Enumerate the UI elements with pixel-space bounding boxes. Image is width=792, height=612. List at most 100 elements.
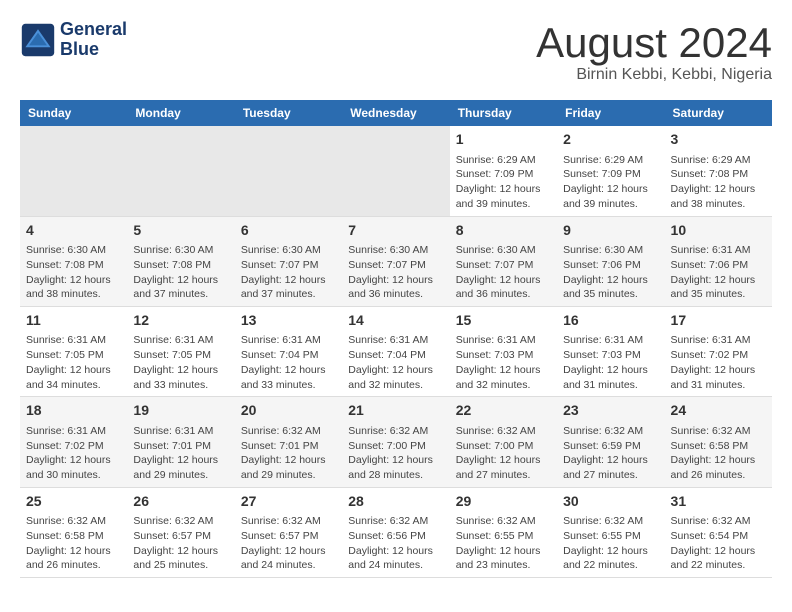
calendar-cell: 31Sunrise: 6:32 AM Sunset: 6:54 PM Dayli… [665,487,772,577]
day-number: 31 [671,492,766,512]
day-info: Sunrise: 6:31 AM Sunset: 7:01 PM Dayligh… [133,424,228,483]
calendar-cell: 9Sunrise: 6:30 AM Sunset: 7:06 PM Daylig… [557,216,664,306]
calendar-cell: 13Sunrise: 6:31 AM Sunset: 7:04 PM Dayli… [235,306,342,396]
calendar-cell: 19 Sunrise: 6:31 AM Sunset: 7:01 PM Dayli… [127,397,234,487]
calendar-header-row: SundayMondayTuesdayWednesdayThursdayFrid… [20,100,772,126]
week-row-2: 4Sunrise: 6:30 AM Sunset: 7:08 PM Daylig… [20,216,772,306]
logo-line2: Blue [60,40,127,60]
day-number: 8 [456,221,551,241]
day-info: Sunrise: 6:32 AM Sunset: 7:00 PM Dayligh… [348,424,443,483]
day-info: Sunrise: 6:31 AM Sunset: 7:06 PM Dayligh… [671,243,766,302]
day-number: 14 [348,311,443,331]
day-number: 21 [348,401,443,421]
calendar-cell: 2 Sunrise: 6:29 AM Sunset: 7:09 PM Daylig… [557,126,664,216]
day-number: 27 [241,492,336,512]
calendar-cell: 29Sunrise: 6:32 AM Sunset: 6:55 PM Dayli… [450,487,557,577]
calendar-cell: 27Sunrise: 6:32 AM Sunset: 6:57 PM Dayli… [235,487,342,577]
calendar-cell: 24 Sunrise: 6:32 AM Sunset: 6:58 PM Dayli… [665,397,772,487]
week-row-1: 1Sunrise: 6:29 AM Sunset: 7:09 PM Daylig… [20,126,772,216]
logo-line1: General [60,20,127,40]
day-info: Sunrise: 6:32 AM Sunset: 6:54 PM Dayligh… [671,514,766,573]
calendar-cell: 12Sunrise: 6:31 AM Sunset: 7:05 PM Dayli… [127,306,234,396]
calendar-cell: 23Sunrise: 6:32 AM Sunset: 6:59 PM Dayli… [557,397,664,487]
day-info: Sunrise: 6:31 AM Sunset: 7:04 PM Dayligh… [348,333,443,392]
day-number: 6 [241,221,336,241]
day-number: 9 [563,221,658,241]
day-number: 13 [241,311,336,331]
day-info: Sunrise: 6:32 AM Sunset: 6:55 PM Dayligh… [456,514,551,573]
calendar-cell: 14Sunrise: 6:31 AM Sunset: 7:04 PM Dayli… [342,306,449,396]
calendar-cell [127,126,234,216]
day-info: Sunrise: 6:32 AM Sunset: 7:01 PM Dayligh… [241,424,336,483]
calendar-cell: 10Sunrise: 6:31 AM Sunset: 7:06 PM Dayli… [665,216,772,306]
header-wednesday: Wednesday [342,100,449,126]
day-info: Sunrise: 6:31 AM Sunset: 7:02 PM Dayligh… [671,333,766,392]
calendar-cell: 17Sunrise: 6:31 AM Sunset: 7:02 PM Dayli… [665,306,772,396]
day-number: 19 [133,401,228,421]
day-number: 18 [26,401,121,421]
day-info: Sunrise: 6:30 AM Sunset: 7:07 PM Dayligh… [456,243,551,302]
day-number: 30 [563,492,658,512]
header-friday: Friday [557,100,664,126]
day-number: 3 [671,130,766,150]
page-title: August 2024 [536,20,772,66]
calendar-cell: 11Sunrise: 6:31 AM Sunset: 7:05 PM Dayli… [20,306,127,396]
day-info: Sunrise: 6:31 AM Sunset: 7:04 PM Dayligh… [241,333,336,392]
calendar-cell: 22Sunrise: 6:32 AM Sunset: 7:00 PM Dayli… [450,397,557,487]
logo-icon [20,22,56,58]
calendar-cell: 26Sunrise: 6:32 AM Sunset: 6:57 PM Dayli… [127,487,234,577]
logo: General Blue [20,20,127,60]
day-info: Sunrise: 6:31 AM Sunset: 7:02 PM Dayligh… [26,424,121,483]
day-info: Sunrise: 6:30 AM Sunset: 7:08 PM Dayligh… [26,243,121,302]
calendar-cell: 8Sunrise: 6:30 AM Sunset: 7:07 PM Daylig… [450,216,557,306]
day-number: 28 [348,492,443,512]
calendar-table: SundayMondayTuesdayWednesdayThursdayFrid… [20,100,772,578]
day-info: Sunrise: 6:30 AM Sunset: 7:06 PM Dayligh… [563,243,658,302]
day-info: Sunrise: 6:31 AM Sunset: 7:05 PM Dayligh… [133,333,228,392]
header-sunday: Sunday [20,100,127,126]
day-info: Sunrise: 6:32 AM Sunset: 6:58 PM Dayligh… [26,514,121,573]
day-info: Sunrise: 6:32 AM Sunset: 7:00 PM Dayligh… [456,424,551,483]
day-info: Sunrise: 6:31 AM Sunset: 7:03 PM Dayligh… [456,333,551,392]
page-header: General Blue August 2024 Birnin Kebbi, K… [20,20,772,84]
day-info: Sunrise: 6:30 AM Sunset: 7:07 PM Dayligh… [348,243,443,302]
header-tuesday: Tuesday [235,100,342,126]
calendar-cell [235,126,342,216]
calendar-cell: 21 Sunrise: 6:32 AM Sunset: 7:00 PM Dayli… [342,397,449,487]
calendar-cell: 3Sunrise: 6:29 AM Sunset: 7:08 PM Daylig… [665,126,772,216]
calendar-cell: 18 Sunrise: 6:31 AM Sunset: 7:02 PM Dayli… [20,397,127,487]
day-number: 25 [26,492,121,512]
header-thursday: Thursday [450,100,557,126]
day-info: Sunrise: 6:31 AM Sunset: 7:05 PM Dayligh… [26,333,121,392]
day-number: 16 [563,311,658,331]
day-info: Sunrise: 6:29 AM Sunset: 7:09 PM Dayligh… [563,153,658,212]
day-number: 20 [241,401,336,421]
calendar-cell: 6Sunrise: 6:30 AM Sunset: 7:07 PM Daylig… [235,216,342,306]
week-row-5: 25Sunrise: 6:32 AM Sunset: 6:58 PM Dayli… [20,487,772,577]
day-number: 5 [133,221,228,241]
day-info: Sunrise: 6:32 AM Sunset: 6:59 PM Dayligh… [563,424,658,483]
day-info: Sunrise: 6:32 AM Sunset: 6:58 PM Dayligh… [671,424,766,483]
title-block: August 2024 Birnin Kebbi, Kebbi, Nigeria [536,20,772,84]
page-subtitle: Birnin Kebbi, Kebbi, Nigeria [536,66,772,84]
day-number: 15 [456,311,551,331]
day-number: 17 [671,311,766,331]
calendar-cell: 1Sunrise: 6:29 AM Sunset: 7:09 PM Daylig… [450,126,557,216]
day-number: 12 [133,311,228,331]
calendar-cell [20,126,127,216]
header-monday: Monday [127,100,234,126]
day-number: 26 [133,492,228,512]
day-info: Sunrise: 6:30 AM Sunset: 7:08 PM Dayligh… [133,243,228,302]
day-number: 24 [671,401,766,421]
calendar-cell: 30Sunrise: 6:32 AM Sunset: 6:55 PM Dayli… [557,487,664,577]
logo-text: General Blue [60,20,127,60]
day-info: Sunrise: 6:32 AM Sunset: 6:56 PM Dayligh… [348,514,443,573]
calendar-cell: 7Sunrise: 6:30 AM Sunset: 7:07 PM Daylig… [342,216,449,306]
day-number: 2 [563,130,658,150]
day-info: Sunrise: 6:32 AM Sunset: 6:57 PM Dayligh… [133,514,228,573]
calendar-cell: 25Sunrise: 6:32 AM Sunset: 6:58 PM Dayli… [20,487,127,577]
day-number: 4 [26,221,121,241]
day-info: Sunrise: 6:30 AM Sunset: 7:07 PM Dayligh… [241,243,336,302]
calendar-cell: 16Sunrise: 6:31 AM Sunset: 7:03 PM Dayli… [557,306,664,396]
week-row-4: 18 Sunrise: 6:31 AM Sunset: 7:02 PM Dayli… [20,397,772,487]
